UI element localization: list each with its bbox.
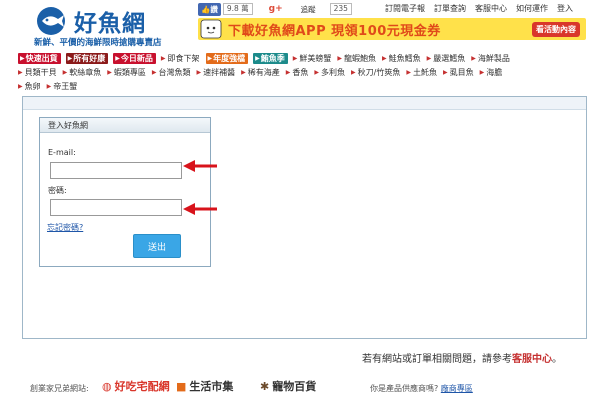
password-input[interactable] xyxy=(50,199,182,216)
nav-squid-octopus[interactable]: ▶ 軟絲章魚 xyxy=(63,67,102,78)
main-content-panel: 登入好魚網 E-mail: 密碼: 忘記密碼? 送出 xyxy=(22,96,587,339)
nav-tuna-season[interactable]: ▶ 鮪魚季 xyxy=(253,53,288,64)
partner-pet-link[interactable]: ✱ 寵物百貨 xyxy=(260,378,316,394)
red-arrow-icon xyxy=(183,203,217,215)
email-label: E-mail: xyxy=(48,148,76,157)
bullet-icon: ▶ xyxy=(337,55,342,62)
nav-saury-mackerel[interactable]: ▶ 秋刀/竹筴魚 xyxy=(351,67,400,78)
partners-label: 創業家兄弟網站: xyxy=(30,384,89,393)
bullet-icon: ▶ xyxy=(107,69,112,76)
shopping-bag-icon: ■ xyxy=(176,379,187,393)
follow-button[interactable]: 追蹤 xyxy=(301,4,316,15)
bullet-icon: ▶ xyxy=(442,69,448,76)
nav-dory[interactable]: ▶ 多利魚 xyxy=(314,67,345,78)
site-logo[interactable]: 好魚網 新鮮、平價的海鮮限時搶購專賣店 xyxy=(30,4,200,48)
nav-spanish-mackerel[interactable]: ▶ 土魠魚 xyxy=(406,67,437,78)
nav-shellfish[interactable]: ▶ 貝類干貝 xyxy=(18,67,57,78)
facebook-like-button[interactable]: 👍讚 xyxy=(198,2,221,16)
order-lookup-link[interactable]: 訂單查詢 xyxy=(434,3,466,14)
view-promo-button[interactable]: 看活動內容 xyxy=(532,22,580,37)
customer-service-footer-link[interactable]: 客服中心 xyxy=(512,354,552,365)
supplier-question: 你是產品供應商嗎? 廠商專區 xyxy=(370,384,473,393)
login-form: 登入好魚網 E-mail: 密碼: 忘記密碼? 送出 xyxy=(39,117,211,267)
bullet-icon: ▶ xyxy=(151,69,157,76)
bullet-icon: ▶ xyxy=(62,69,68,76)
email-input[interactable] xyxy=(50,162,182,179)
food-bowl-icon: ◍ xyxy=(102,379,112,393)
how-it-works-link[interactable]: 如何運作 xyxy=(516,3,548,14)
nav-taiwan-fish[interactable]: ▶ 台灣魚類 xyxy=(152,67,191,78)
nav-all-deals[interactable]: ▶ 所有好康 xyxy=(65,53,109,64)
nav-sweetfish[interactable]: ▶ 香魚 xyxy=(286,67,309,78)
bullet-icon: ▶ xyxy=(314,69,319,76)
follow-count: 235 xyxy=(329,3,352,15)
category-nav-row-3: ▶ 魚卵 ▶ 帝王蟹 xyxy=(18,81,83,92)
red-arrow-icon xyxy=(183,160,217,172)
supplier-zone-link[interactable]: 廠商專區 xyxy=(441,384,473,393)
nav-selected-cod[interactable]: ▶ 嚴選鱈魚 xyxy=(427,53,466,64)
bullet-icon: ▶ xyxy=(351,69,356,76)
google-plus-icon[interactable]: g+ xyxy=(269,4,283,14)
login-link[interactable]: 登入 xyxy=(557,3,573,14)
logo-title: 好魚網 xyxy=(74,10,146,37)
nav-sea-urchin[interactable]: ▶ 海膽 xyxy=(480,67,503,78)
nav-rare-seafood[interactable]: ▶ 稀有海產 xyxy=(241,67,280,78)
bullet-icon: ▶ xyxy=(18,83,23,90)
help-message: 若有網站或訂單相關問題，請參考客服中心。 xyxy=(362,354,562,365)
bullet-icon: ▶ xyxy=(46,83,52,90)
customer-service-link[interactable]: 客服中心 xyxy=(475,3,507,14)
cat-mascot-icon xyxy=(200,19,222,39)
bullet-icon: ▶ xyxy=(292,55,298,62)
play-arrow-icon: ▶ xyxy=(67,55,73,62)
login-form-title: 登入好魚網 xyxy=(40,118,210,133)
nav-sauces[interactable]: ▶ 速拌補醬 xyxy=(197,67,236,78)
partner-sites: 創業家兄弟網站: ◍ 好吃宅配網 ■ 生活市集 ✱ 寵物百貨 你是產品供應商嗎? 廠商… xyxy=(30,372,590,402)
bullet-icon: ▶ xyxy=(160,55,166,62)
banner-text: 下載好魚網APP 現領100元現金券 xyxy=(228,24,441,39)
nav-milkfish[interactable]: ▶ 虱目魚 xyxy=(443,67,474,78)
logo-slogan: 新鮮、平價的海鮮限時搶購專賣店 xyxy=(34,38,162,48)
play-arrow-icon: ▶ xyxy=(207,55,213,62)
nav-shrimp[interactable]: ▶ 蝦類專區 xyxy=(107,67,146,78)
forgot-password-link[interactable]: 忘記密碼? xyxy=(47,222,83,233)
category-nav-row-1: ▶ 快速出貨 ▶ 所有好康 ▶ 今日新品 ▶ 即食下架 ▶ 年度強檔 ▶ 鮪魚季 ▶ 鮮美螃蟹… xyxy=(18,53,516,64)
subscribe-newsletter-link[interactable]: 訂閱電子報 xyxy=(385,3,425,14)
like-count: 9.8 萬 xyxy=(222,3,253,15)
play-arrow-icon: ▶ xyxy=(20,55,25,62)
submit-button[interactable]: 送出 xyxy=(133,234,181,258)
partner-delivery-link[interactable]: ◍ 好吃宅配網 xyxy=(102,378,170,394)
bullet-icon: ▶ xyxy=(196,69,202,76)
app-promo-banner[interactable]: 下載好魚網APP 現領100元現金券 看活動內容 xyxy=(198,18,586,40)
nav-fish-roe[interactable]: ▶ 魚卵 xyxy=(18,81,41,92)
bullet-icon: ▶ xyxy=(471,55,476,62)
bullet-icon: ▶ xyxy=(406,69,411,76)
nav-salmon-cod[interactable]: ▶ 鮭魚鱈魚 xyxy=(382,53,421,64)
bullet-icon: ▶ xyxy=(241,69,246,76)
nav-crab[interactable]: ▶ 鮮美螃蟹 xyxy=(293,53,332,64)
nav-lobster-abalone[interactable]: ▶ 龍蝦鮑魚 xyxy=(337,53,376,64)
nav-seafood-products[interactable]: ▶ 海鮮製品 xyxy=(471,53,510,64)
nav-annual-special[interactable]: ▶ 年度強檔 xyxy=(205,53,249,64)
nav-fast-shipping[interactable]: ▶ 快速出貨 xyxy=(18,53,61,64)
thumbs-up-icon: 👍 xyxy=(201,4,211,14)
paw-icon: ✱ xyxy=(260,379,270,393)
bullet-icon: ▶ xyxy=(426,55,432,62)
play-arrow-icon: ▶ xyxy=(115,55,120,62)
bullet-icon: ▶ xyxy=(285,69,291,76)
bullet-icon: ▶ xyxy=(18,69,23,76)
fish-logo-icon xyxy=(37,7,65,35)
nav-ready-to-eat[interactable]: ▶ 即食下架 xyxy=(161,53,200,64)
bullet-icon: ▶ xyxy=(479,69,485,76)
category-nav-row-2: ▶ 貝類干貝 ▶ 軟絲章魚 ▶ 蝦類專區 ▶ 台灣魚類 ▶ 速拌補醬 ▶ 稀有海產 ▶ 香魚 … xyxy=(18,67,508,78)
panel-top-bar xyxy=(23,97,586,110)
nav-today-new[interactable]: ▶ 今日新品 xyxy=(113,53,156,64)
nav-king-crab[interactable]: ▶ 帝王蟹 xyxy=(47,81,78,92)
play-arrow-icon: ▶ xyxy=(255,55,260,62)
social-bar: 👍讚 9.8 萬 g+ 追蹤 235 xyxy=(198,2,352,16)
top-links: 訂閱電子報 訂單查詢 客服中心 如何運作 登入 xyxy=(385,3,573,14)
bullet-icon: ▶ xyxy=(382,55,387,62)
partner-market-link[interactable]: ■ 生活市集 xyxy=(176,378,233,394)
password-label: 密碼: xyxy=(48,186,67,195)
